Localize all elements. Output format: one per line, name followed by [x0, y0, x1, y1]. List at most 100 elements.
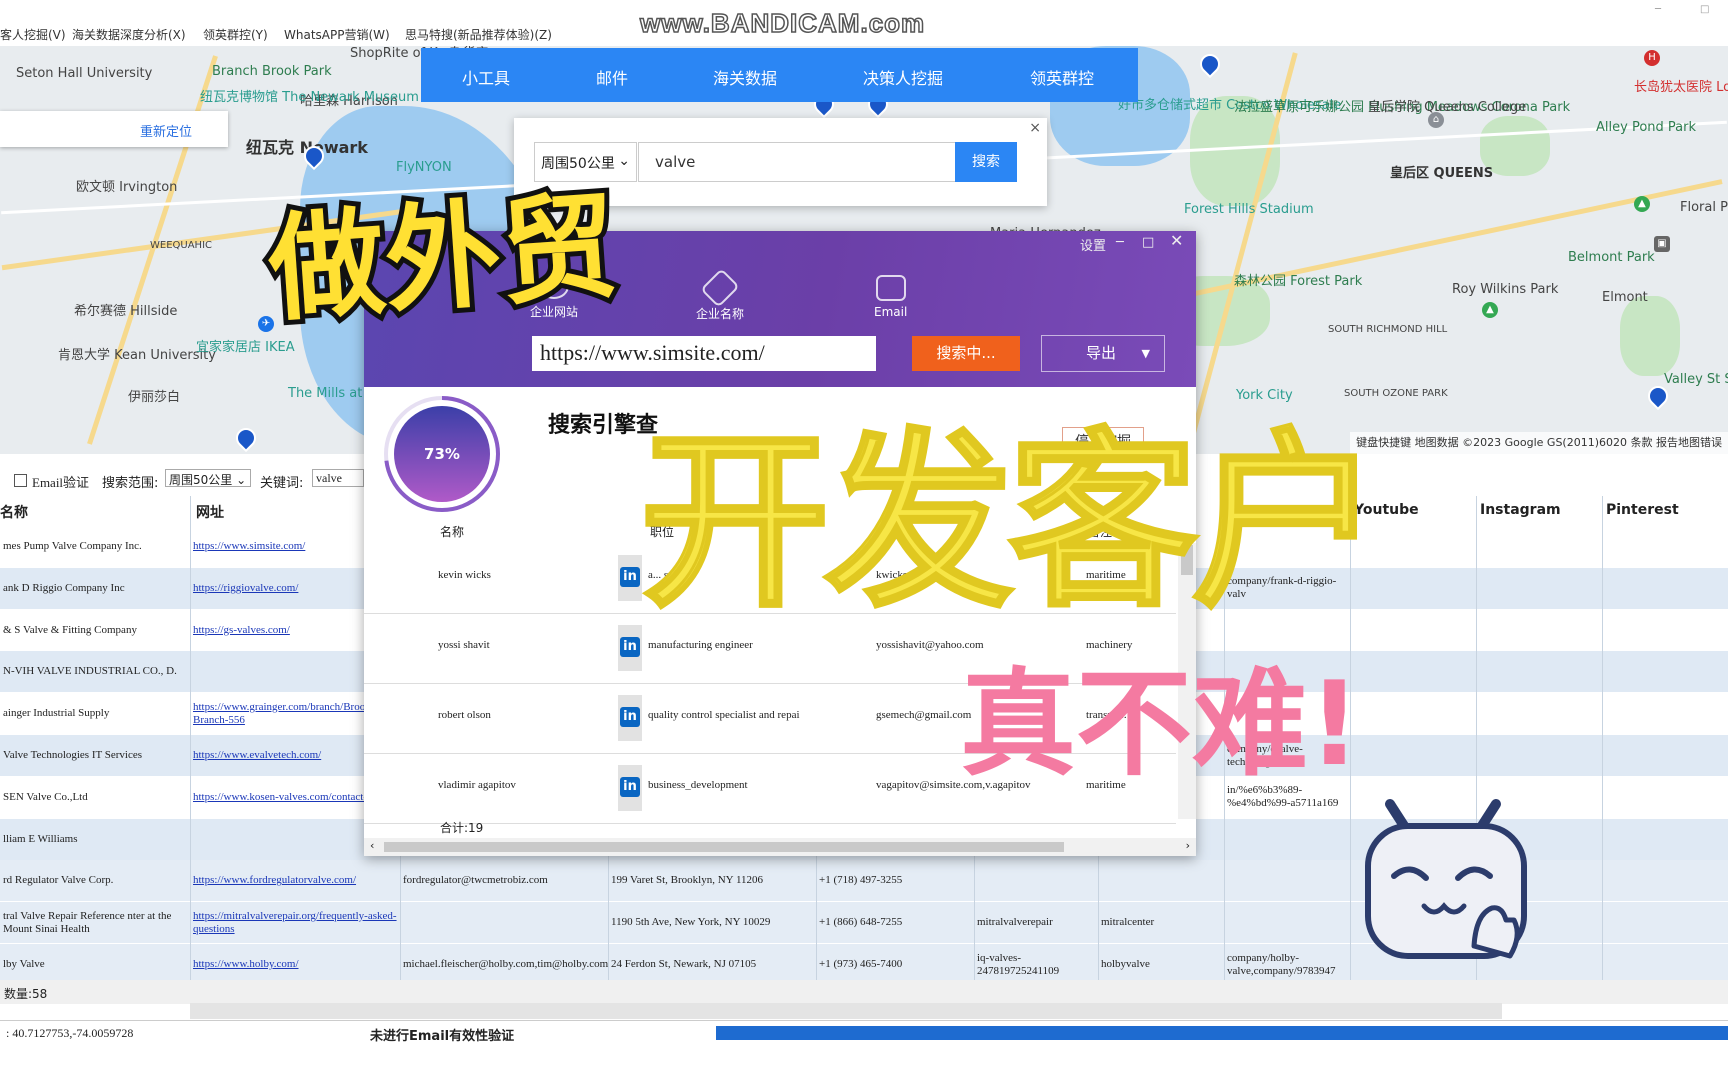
cell-phone: +1 (973) 465-7400 [816, 944, 974, 985]
menu-item-smart-search[interactable]: 思马特搜(新品推荐体验)(Z) [405, 26, 552, 43]
menu-item-linkedin-control[interactable]: 领英群控(Y) [203, 26, 268, 43]
close-icon[interactable]: × [1029, 120, 1041, 136]
tag-icon [700, 268, 740, 308]
map-label: 伊丽莎白 [128, 390, 181, 405]
contacts-total: 合计:19 [440, 821, 484, 835]
total-row: 数量:58 [0, 980, 1728, 1004]
tab-company-name[interactable]: 企业名称 [696, 268, 744, 322]
linkedin-icon[interactable]: in [618, 695, 642, 741]
recorder-watermark: www.BANDICAM.com [639, 7, 926, 39]
menu-item-whatsapp[interactable]: WhatsAPP营销(W) [284, 26, 390, 43]
map-label: Roy Wilkins Park [1452, 282, 1559, 297]
search-input[interactable]: valve [638, 142, 970, 182]
nav-customs-data[interactable]: 海关数据 [713, 65, 777, 89]
cell-text: N-VIH VALVE INDUSTRIAL CO., D. [3, 665, 177, 678]
cell-name: lby Valve [0, 944, 190, 985]
cell-url[interactable]: https://mitralvalverepair.org/frequently… [190, 902, 400, 943]
maximize-icon[interactable]: □ [1142, 235, 1154, 250]
scroll-right-icon[interactable]: › [1186, 839, 1190, 852]
menu-item-customs-analysis[interactable]: 海关数据深度分析(X) [72, 26, 186, 43]
contact-name: robert olson [438, 709, 491, 721]
cell-name: tral Valve Repair Reference nter at the … [0, 902, 190, 943]
scroll-thumb[interactable] [384, 842, 1064, 852]
nav-linkedin-control[interactable]: 领英群控 [1030, 65, 1094, 89]
horizontal-scrollbar[interactable]: ‹ › [364, 838, 1196, 856]
nav-mail[interactable]: 邮件 [596, 65, 628, 89]
location-pin-icon[interactable] [231, 423, 261, 453]
cell-c2 [1098, 860, 1224, 901]
cell-c3 [1224, 819, 1350, 860]
cell-text: https://www.simsite.com/ [193, 540, 306, 552]
cell-email: fordregulator@twcmetrobiz.com [400, 860, 608, 901]
linkedin-logo: in [620, 707, 640, 727]
email-verify-label: Email验证 [32, 475, 90, 490]
cell-text: mitralvalverepair [977, 916, 1053, 929]
map-label: 皇后区 QUEENS [1390, 166, 1494, 181]
cell-text: company/holby-valve,company/9783947 [1227, 951, 1336, 977]
cell-phone: +1 (718) 497-3255 [816, 860, 974, 901]
cell-email [400, 902, 608, 943]
maximize-icon[interactable]: □ [1700, 4, 1709, 15]
nav-tools[interactable]: 小工具 [462, 65, 510, 89]
cell-text: +1 (866) 648-7255 [819, 916, 903, 929]
map-label: SOUTH RICHMOND HILL [1328, 324, 1448, 335]
cell-c3 [1224, 860, 1350, 901]
tab-email[interactable]: Email [874, 275, 907, 319]
linkedin-icon[interactable]: in [618, 555, 642, 601]
contact-header-name[interactable]: 名称 [440, 523, 464, 540]
cell-addr: 1190 5th Ave, New York, NY 10029 [608, 902, 816, 943]
map-control-icon[interactable]: ▣ [1654, 236, 1670, 252]
minimize-icon[interactable]: ─ [1116, 235, 1124, 250]
caret-down-icon: ▼ [1141, 347, 1150, 360]
map-label: Branch Brook Park [212, 64, 332, 79]
cell-text: https://www.kosen-valves.com/contact-us [193, 790, 377, 803]
map-label: Alley Pond Park [1596, 120, 1696, 135]
cell-c1: mitralvalverepair [974, 902, 1098, 943]
cell-url[interactable]: https://www.fordregulatorvalve.com/ [190, 860, 400, 901]
map-label: 希尔赛德 Hillside [74, 304, 178, 319]
location-pin-icon[interactable] [1195, 49, 1225, 79]
map-label: Forest Hills Stadium [1184, 202, 1314, 217]
mascot-sticker [1365, 799, 1527, 959]
scroll-left-icon[interactable]: ‹ [370, 839, 374, 852]
scope-select[interactable]: 周围50公里 ⌄ [165, 469, 251, 487]
map-label: Seton Hall University [16, 66, 153, 81]
nav-decision-maker[interactable]: 决策人挖掘 [863, 65, 943, 89]
cell-text: https://gs-valves.com/ [193, 623, 290, 636]
contact-name: kevin wicks [438, 569, 491, 581]
cell-name: ank D Riggio Company Inc [0, 568, 190, 609]
linkedin-icon[interactable]: in [618, 765, 642, 811]
contact-name: vladimir agapitov [438, 779, 516, 791]
linkedin-icon[interactable]: in [618, 625, 642, 671]
cell-c3: company/holby-valve,company/9783947 [1224, 944, 1350, 985]
cell-addr: 24 Ferdon St, Newark, NJ 07105 [608, 944, 816, 985]
email-verify-checkbox[interactable] [14, 474, 27, 487]
keyword-field[interactable]: valve [312, 469, 364, 487]
cell-text: fordregulator@twcmetrobiz.com [403, 874, 548, 887]
cell-text: 199 Varet St, Brooklyn, NY 11206 [611, 874, 764, 887]
searching-button[interactable]: 搜索中... [912, 336, 1020, 371]
keyword-label: 关键词: [260, 476, 304, 491]
settings-link[interactable]: 设置 [1080, 235, 1106, 254]
cell-text: https://riggiovalve.com/ [193, 581, 299, 594]
export-dropdown[interactable]: 导出 ▼ [1041, 335, 1165, 372]
progress-percent: 73% [424, 445, 460, 463]
search-button[interactable]: 搜索 [955, 142, 1017, 182]
horizontal-scrollbar[interactable] [190, 1003, 1502, 1019]
cell-text: 1190 5th Ave, New York, NY 10029 [611, 916, 771, 929]
map-label: Elmont [1602, 290, 1648, 305]
cell-c2: mitralcenter [1098, 902, 1224, 943]
cell-addr: 199 Varet St, Brooklyn, NY 11206 [608, 860, 816, 901]
cell-name: lliam E Williams [0, 819, 190, 860]
relocate-button[interactable]: 重新定位 [140, 121, 192, 140]
filter-bar: Email验证 搜索范围: 周围50公里 ⌄ 关键词: valve [0, 466, 365, 492]
cell-url[interactable]: https://www.holby.com/ [190, 944, 400, 985]
cell-c1: iq-valves-247819725241109 [974, 944, 1098, 985]
minimize-icon[interactable]: ─ [1655, 4, 1661, 15]
website-url-input[interactable]: https://www.simsite.com/ [532, 336, 876, 371]
cell-text: +1 (973) 465-7400 [819, 958, 903, 970]
school-icon: ⌂ [1428, 112, 1444, 128]
map-label: 欧文顿 Irvington [76, 180, 178, 195]
menu-item-customer-mining[interactable]: 客人挖掘(V) [0, 26, 66, 43]
close-icon[interactable]: ✕ [1170, 231, 1183, 250]
